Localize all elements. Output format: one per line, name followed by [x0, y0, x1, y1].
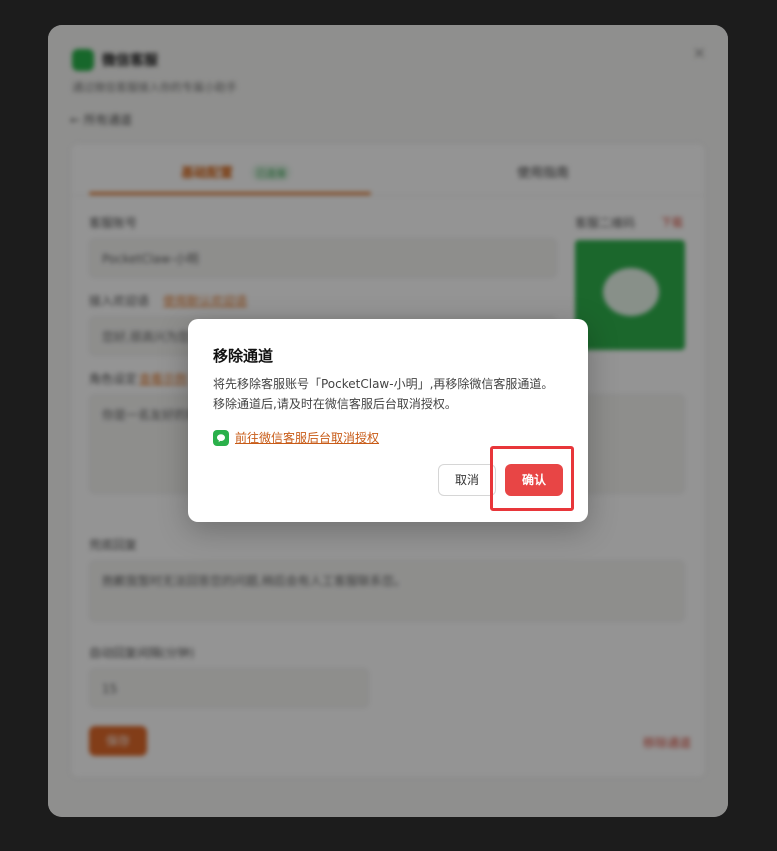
dialog-body: 将先移除客服账号「PocketClaw-小明」,再移除微信客服通道。 移除通道后… [213, 374, 573, 414]
revoke-auth-link[interactable]: 前往微信客服后台取消授权 [235, 429, 379, 446]
dialog-title: 移除通道 [213, 347, 274, 365]
dialog-body-line-2: 移除通道后,请及时在微信客服后台取消授权。 [213, 397, 457, 411]
wechat-icon [213, 429, 229, 446]
revoke-auth-link-row[interactable]: 前往微信客服后台取消授权 [213, 429, 379, 446]
app-stage: 微信客服 通过微信客服接入你的专属小助手 × ← 所有通道 基础配置 已连接 使… [0, 0, 777, 851]
confirm-button[interactable]: 确认 [505, 464, 563, 496]
remove-channel-dialog: 移除通道 将先移除客服账号「PocketClaw-小明」,再移除微信客服通道。 … [188, 319, 588, 522]
cancel-button[interactable]: 取消 [438, 464, 496, 496]
dialog-body-line-1: 将先移除客服账号「PocketClaw-小明」,再移除微信客服通道。 [213, 377, 554, 391]
